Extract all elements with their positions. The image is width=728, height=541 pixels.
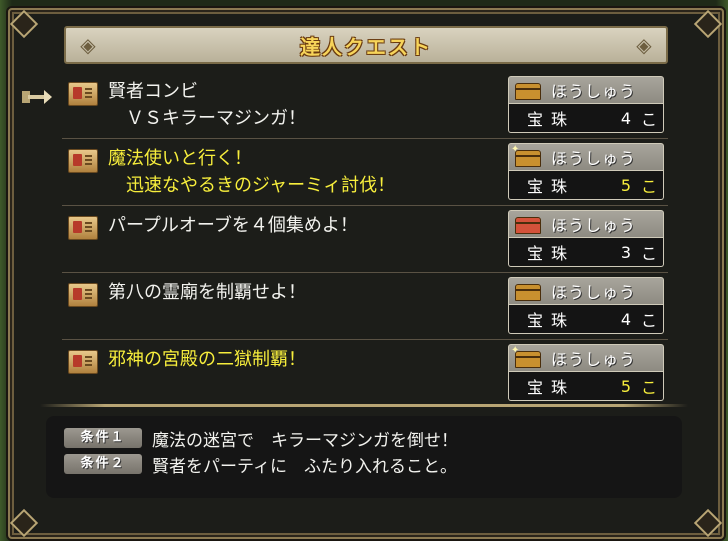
reward-unit: こ <box>641 378 658 397</box>
reward-label: ほうしゅう <box>551 149 637 168</box>
quest-title: パープルオーブを４個集めよ！ <box>108 215 358 236</box>
quest-item[interactable]: 第八の霊廟を制覇せよ！ ほうしゅう 宝珠 4 こ <box>62 273 668 340</box>
reward-item-name: 宝珠 <box>527 311 576 330</box>
swirl-ornament-icon: ◈ <box>80 33 96 57</box>
reward-unit: こ <box>641 110 658 129</box>
quest-list: 賢者コンビ ＶＳキラーマジンガ！ ほうしゅう 宝珠 4 こ 魔法使いと行く！ 迅… <box>62 72 668 406</box>
reward-item-name: 宝珠 <box>527 110 576 129</box>
reward-panel: ✦ ほうしゅう 宝珠 5 こ <box>508 344 664 402</box>
reward-panel: ほうしゅう 宝珠 4 こ <box>508 277 664 335</box>
reward-item-name: 宝珠 <box>527 177 576 196</box>
quest-item[interactable]: 邪神の宮殿の二獄制覇！ ✦ ほうしゅう 宝珠 5 こ <box>62 340 668 406</box>
quest-scroll-icon <box>68 149 98 173</box>
red-treasure-chest-icon <box>513 214 543 234</box>
condition-row: 条件２ 賢者をパーティに ふたり入れること。 <box>64 452 457 477</box>
condition-row: 条件１ 魔法の迷宮で キラーマジンガを倒せ！ <box>64 426 458 451</box>
conditions-panel: 条件１ 魔法の迷宮で キラーマジンガを倒せ！ 条件２ 賢者をパーティに ふたり入… <box>46 416 682 498</box>
reward-count: 4 <box>620 108 631 128</box>
frame-corner-ornament <box>693 9 723 39</box>
swirl-ornament-icon: ◈ <box>636 33 652 57</box>
condition-text: 魔法の迷宮で キラーマジンガを倒せ！ <box>152 430 458 451</box>
reward-label: ほうしゅう <box>551 283 637 302</box>
reward-label: ほうしゅう <box>551 216 637 235</box>
selection-cursor-icon <box>22 90 52 104</box>
condition-text: 賢者をパーティに ふたり入れること。 <box>152 456 457 477</box>
reward-count: 3 <box>620 242 631 262</box>
reward-count: 5 <box>620 175 631 195</box>
quest-item[interactable]: 賢者コンビ ＶＳキラーマジンガ！ ほうしゅう 宝珠 4 こ <box>62 72 668 139</box>
condition-badge: 条件２ <box>64 454 142 474</box>
reward-label: ほうしゅう <box>551 350 637 369</box>
frame-corner-ornament <box>9 508 39 538</box>
quest-title: 賢者コンビ ＶＳキラーマジンガ！ <box>108 81 306 129</box>
window-title: 達人クエスト <box>300 34 432 59</box>
sparkling-treasure-chest-icon: ✦ <box>511 345 543 368</box>
quest-scroll-icon <box>68 283 98 307</box>
treasure-chest-icon <box>513 281 543 301</box>
quest-item[interactable]: 魔法使いと行く！ 迅速なやるきのジャーミィ討伐！ ✦ ほうしゅう 宝珠 5 こ <box>62 139 668 206</box>
quest-item[interactable]: パープルオーブを４個集めよ！ ほうしゅう 宝珠 3 こ <box>62 206 668 273</box>
reward-label: ほうしゅう <box>551 82 637 101</box>
reward-unit: こ <box>641 177 658 196</box>
reward-count: 5 <box>620 376 631 396</box>
condition-badge: 条件１ <box>64 428 142 448</box>
quest-scroll-icon <box>68 216 98 240</box>
frame-corner-ornament <box>9 9 39 39</box>
quest-title: 第八の霊廟を制覇せよ！ <box>108 282 306 303</box>
reward-count: 4 <box>620 309 631 329</box>
sparkling-treasure-chest-icon: ✦ <box>511 144 543 167</box>
quest-scroll-icon <box>68 350 98 374</box>
reward-panel: ✦ ほうしゅう 宝珠 5 こ <box>508 143 664 201</box>
title-bar: ◈ 達人クエスト ◈ <box>64 26 668 64</box>
reward-item-name: 宝珠 <box>527 244 576 263</box>
treasure-chest-icon <box>513 80 543 100</box>
reward-item-name: 宝珠 <box>527 378 576 397</box>
reward-panel: ほうしゅう 宝珠 3 こ <box>508 210 664 268</box>
quest-scroll-icon <box>68 82 98 106</box>
quest-title: 魔法使いと行く！ 迅速なやるきのジャーミィ討伐！ <box>108 148 396 196</box>
quest-title: 邪神の宮殿の二獄制覇！ <box>108 349 306 370</box>
reward-unit: こ <box>641 244 658 263</box>
reward-unit: こ <box>641 311 658 330</box>
frame-corner-ornament <box>693 508 723 538</box>
reward-panel: ほうしゅう 宝珠 4 こ <box>508 76 664 134</box>
section-divider <box>40 404 688 407</box>
